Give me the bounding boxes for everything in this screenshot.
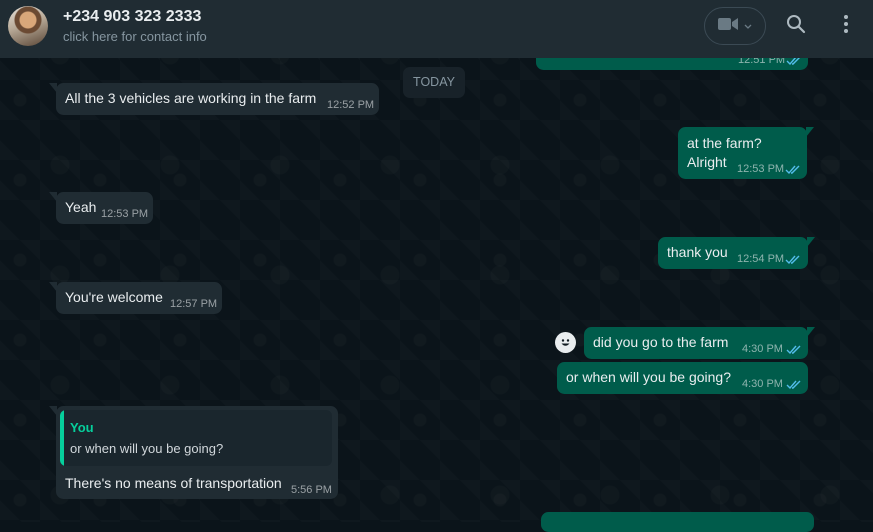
message-text-line: at the farm? xyxy=(687,135,762,151)
quoted-message[interactable]: You or when will you be going? xyxy=(60,410,332,466)
chevron-down-icon xyxy=(744,17,752,35)
menu-button[interactable] xyxy=(832,12,860,40)
search-icon xyxy=(786,14,806,39)
quoted-author: You xyxy=(70,420,94,435)
message-bubble-outgoing[interactable]: did you go to the farm 4:30 PM xyxy=(584,327,815,359)
message-text: All the 3 vehicles are working in the fa… xyxy=(65,90,317,106)
message-bubble-outgoing[interactable]: at the farm? Alright 12:53 PM xyxy=(678,127,814,179)
read-ticks-icon xyxy=(786,345,801,355)
message-bubble-incoming[interactable]: Yeah 12:53 PM xyxy=(49,192,153,224)
message-text: You're welcome xyxy=(65,289,163,305)
contact-name[interactable]: +234 903 323 2333 xyxy=(63,8,201,26)
message-bubble-outgoing[interactable]: or when will you be going? 4:30 PM xyxy=(557,362,808,394)
message-text: Yeah xyxy=(65,199,97,215)
contact-avatar[interactable] xyxy=(8,6,48,46)
message-time: 4:30 PM xyxy=(742,378,783,390)
smiley-icon xyxy=(561,339,570,346)
quoted-text: or when will you be going? xyxy=(70,441,224,456)
chat-header[interactable]: +234 903 323 2333 click here for contact… xyxy=(0,0,873,58)
message-bubble-outgoing[interactable]: thank you 12:54 PM xyxy=(658,237,815,269)
message-text: or when will you be going? xyxy=(566,369,731,385)
message-time: 12:52 PM xyxy=(327,99,375,111)
menu-icon xyxy=(843,14,849,39)
message-text: There's no means of transportation xyxy=(65,475,282,491)
message-text: did you go to the farm xyxy=(593,334,729,350)
message-bubble-incoming[interactable]: You or when will you be going? There's n… xyxy=(49,406,338,499)
message-time: 5:56 PM xyxy=(291,484,332,496)
message-time: 12:53 PM xyxy=(101,208,149,220)
video-icon xyxy=(718,17,738,36)
message-text-line: Alright xyxy=(687,154,727,170)
read-ticks-icon xyxy=(786,380,801,390)
search-button[interactable] xyxy=(782,12,810,40)
message-time: 12:53 PM xyxy=(737,163,785,175)
message-bubble-incoming[interactable]: You're welcome 12:57 PM xyxy=(49,282,222,314)
message-text: thank you xyxy=(667,244,728,260)
react-button[interactable] xyxy=(555,332,576,353)
read-ticks-icon xyxy=(785,165,800,175)
video-call-button[interactable] xyxy=(704,7,766,45)
message-bubble-incoming[interactable]: All the 3 vehicles are working in the fa… xyxy=(49,83,379,115)
message-bubble-outgoing[interactable] xyxy=(541,512,814,532)
message-time: 4:30 PM xyxy=(742,343,783,355)
date-divider: TODAY xyxy=(403,67,465,98)
contact-info-hint[interactable]: click here for contact info xyxy=(63,29,207,44)
quote-accent-bar xyxy=(60,410,64,466)
message-time: 12:57 PM xyxy=(170,298,218,310)
message-time: 12:54 PM xyxy=(737,253,785,265)
read-ticks-icon xyxy=(785,255,800,265)
